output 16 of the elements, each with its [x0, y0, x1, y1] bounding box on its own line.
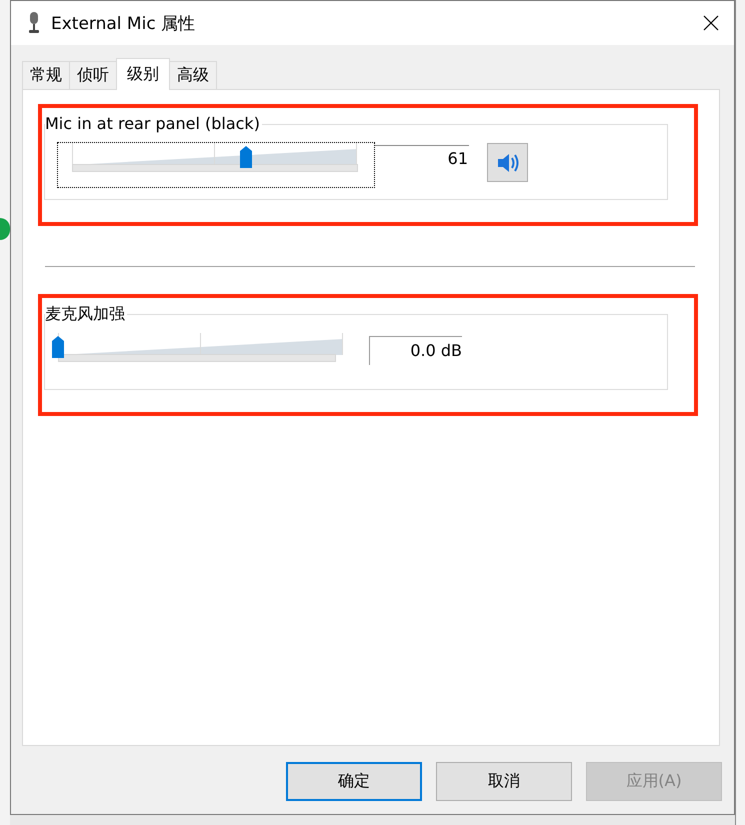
slider[interactable]	[57, 142, 375, 188]
close-icon	[703, 15, 719, 31]
group-label: Mic in at rear panel (black)	[45, 114, 262, 133]
microphone-icon	[27, 12, 41, 34]
dialog-button[interactable]: 取消	[436, 762, 572, 801]
speaker-icon	[496, 152, 520, 174]
value-field: 0.0 dB	[369, 336, 462, 365]
mute-button[interactable]	[487, 143, 528, 182]
slider-thumb[interactable]	[52, 336, 64, 358]
tab[interactable]: 级别	[116, 58, 170, 90]
dialog-button[interactable]: 确定	[286, 762, 422, 801]
tab[interactable]: 高级	[169, 61, 217, 89]
tab[interactable]: 常规	[22, 61, 70, 89]
level-value: 61	[375, 145, 469, 168]
slider-thumb[interactable]	[240, 146, 252, 168]
window-title: External Mic 属性	[51, 12, 196, 34]
